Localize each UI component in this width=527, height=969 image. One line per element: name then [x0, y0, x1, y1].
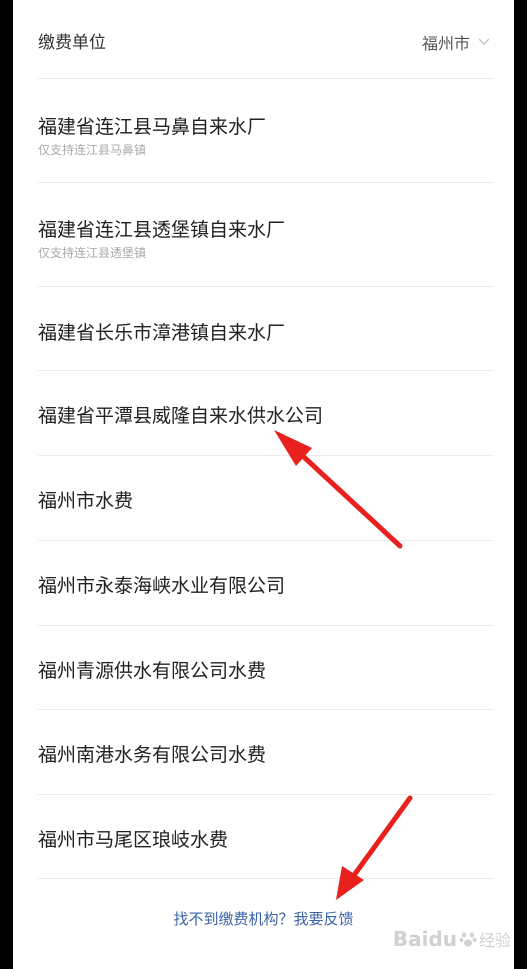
- list-item-title: 福州市永泰海峡水业有限公司: [38, 575, 286, 597]
- list-item-title: 福建省连江县透堡镇自来水厂: [38, 219, 286, 241]
- payment-unit-panel: 缴费单位 福州市 福建省连江县马鼻自来水厂 仅支持连江县马鼻镇 福建省连江县透堡…: [13, 0, 514, 969]
- list-item-pingtan-weilong-water[interactable]: 福建省平潭县威隆自来水供水公司: [13, 371, 514, 455]
- list-item-mawei-langqi-water[interactable]: 福州市马尾区琅岐水费: [13, 795, 514, 878]
- list-item-fuzhou-water-fee[interactable]: 福州市水费: [13, 456, 514, 540]
- list-item-subtitle: 仅支持连江县透堡镇: [38, 246, 147, 260]
- list-item-title: 福州市马尾区琅岐水费: [38, 829, 229, 851]
- list-item-title: 福州市水费: [38, 490, 134, 512]
- list-item-subtitle: 仅支持连江县马鼻镇: [38, 143, 147, 157]
- list-item-nangang-water[interactable]: 福州南港水务有限公司水费: [13, 710, 514, 794]
- list-item-mabi-water-plant[interactable]: 福建省连江县马鼻自来水厂 仅支持连江县马鼻镇: [13, 79, 514, 182]
- divider: [38, 878, 494, 879]
- list-item-title: 福建省连江县马鼻自来水厂: [38, 116, 267, 138]
- chevron-down-icon: [478, 38, 490, 45]
- list-item-zhanggang-water-plant[interactable]: 福建省长乐市漳港镇自来水厂: [13, 287, 514, 370]
- header-row: 缴费单位 福州市: [13, 0, 514, 80]
- list-item-yongtai-haixia-water[interactable]: 福州市永泰海峡水业有限公司: [13, 541, 514, 625]
- city-selector-value: 福州市: [421, 34, 470, 53]
- list-item-title: 福州青源供水有限公司水费: [38, 660, 267, 682]
- header-label: 缴费单位: [38, 33, 106, 53]
- list-item-title: 福州南港水务有限公司水费: [38, 744, 267, 766]
- list-item-title: 福建省长乐市漳港镇自来水厂: [38, 322, 286, 344]
- list-item-toubao-water-plant[interactable]: 福建省连江县透堡镇自来水厂 仅支持连江县透堡镇: [13, 183, 514, 286]
- list-item-title: 福建省平潭县威隆自来水供水公司: [38, 405, 324, 427]
- city-selector[interactable]: 福州市: [422, 30, 490, 54]
- list-item-qingyuan-water[interactable]: 福州青源供水有限公司水费: [13, 626, 514, 709]
- feedback-link[interactable]: 找不到缴费机构？我要反馈: [13, 908, 514, 929]
